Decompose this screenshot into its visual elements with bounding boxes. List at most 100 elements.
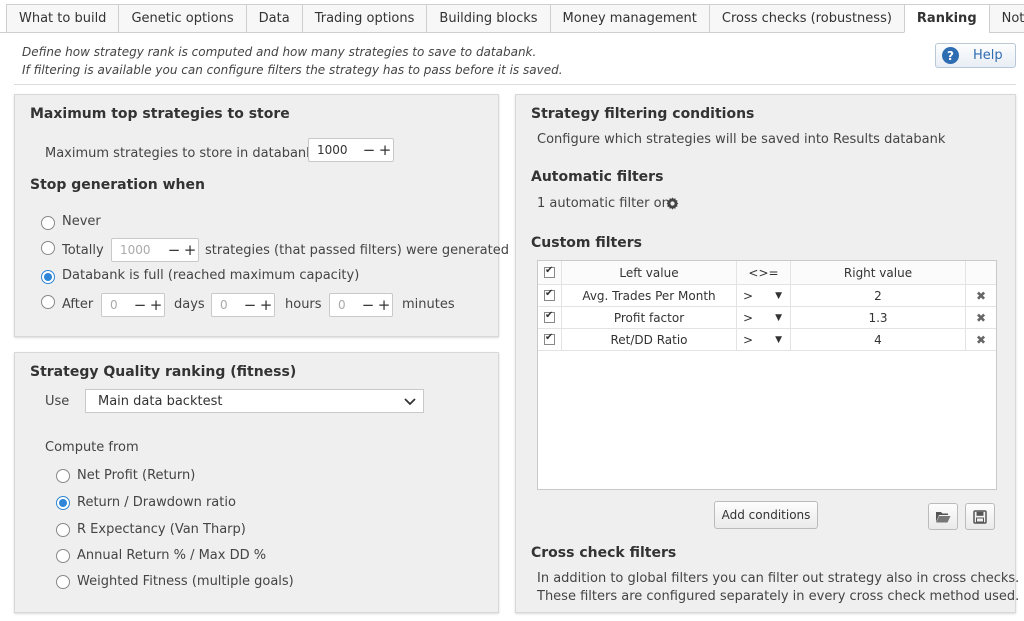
radio-never[interactable] bbox=[41, 216, 55, 230]
radio-databank-full[interactable] bbox=[41, 270, 55, 284]
header-action-cell bbox=[966, 261, 996, 284]
automatic-filters-title: Automatic filters bbox=[531, 169, 664, 185]
help-label: Help bbox=[973, 48, 1003, 63]
tab-what-to-build[interactable]: What to build bbox=[6, 4, 119, 33]
help-icon: ? bbox=[942, 47, 959, 64]
row-checkbox[interactable] bbox=[544, 310, 555, 323]
tab-genetic-options[interactable]: Genetic options bbox=[118, 4, 246, 33]
tab-cross-checks[interactable]: Cross checks (robustness) bbox=[708, 4, 904, 33]
max-strategies-stepper[interactable]: 1000 − + bbox=[308, 138, 394, 162]
days-label: days bbox=[174, 297, 205, 312]
chevron-down-icon: ▼ bbox=[775, 312, 782, 323]
hours-stepper[interactable]: 0 − + bbox=[211, 293, 275, 317]
decrement-button[interactable]: − bbox=[361, 139, 377, 161]
use-select[interactable]: Main data backtest bbox=[85, 389, 424, 413]
row-check-cell bbox=[538, 307, 562, 328]
radio-after[interactable] bbox=[41, 295, 55, 309]
cross-check-title: Cross check filters bbox=[531, 545, 677, 561]
totally-label: Totally bbox=[62, 243, 104, 258]
increment-button[interactable]: + bbox=[258, 294, 274, 316]
decrement-button[interactable]: − bbox=[242, 294, 258, 316]
row-operator-select[interactable]: > ▼ bbox=[737, 329, 791, 350]
minutes-value[interactable]: 0 bbox=[330, 298, 360, 312]
radio-weighted-fitness[interactable] bbox=[56, 575, 70, 589]
quality-title: Strategy Quality ranking (fitness) bbox=[30, 364, 297, 380]
use-select-value: Main data backtest bbox=[98, 393, 223, 409]
compute-from-label: Compute from bbox=[45, 440, 139, 455]
custom-filters-table: Left value <>= Right value Avg. Trades P… bbox=[537, 260, 997, 490]
row-operator-select[interactable]: > ▼ bbox=[737, 285, 791, 306]
select-all-checkbox[interactable] bbox=[544, 265, 555, 278]
table-row: Avg. Trades Per Month >▼ 2 ✖ bbox=[538, 285, 996, 307]
tab-money-management[interactable]: Money management bbox=[549, 4, 709, 33]
databank-full-label: Databank is full (reached maximum capaci… bbox=[62, 268, 360, 283]
row-left-value[interactable]: Profit factor bbox=[562, 307, 737, 328]
after-label: After bbox=[62, 297, 94, 312]
option-r-expectancy: R Expectancy (Van Tharp) bbox=[77, 522, 246, 537]
cross-check-line-2: These filters are configured separately … bbox=[537, 589, 1020, 604]
max-strategies-value[interactable]: 1000 bbox=[309, 143, 361, 157]
hours-value[interactable]: 0 bbox=[212, 298, 242, 312]
help-button[interactable]: ? Help bbox=[935, 43, 1016, 68]
minutes-label: minutes bbox=[402, 297, 455, 312]
chevron-down-icon bbox=[404, 398, 416, 406]
decrement-button[interactable]: − bbox=[166, 239, 182, 261]
folder-open-icon bbox=[936, 511, 951, 522]
row-operator-value: > bbox=[743, 332, 754, 347]
row-check-cell bbox=[538, 329, 562, 350]
days-value[interactable]: 0 bbox=[102, 298, 132, 312]
delete-icon[interactable]: ✖ bbox=[976, 333, 986, 347]
row-right-value[interactable]: 4 bbox=[791, 329, 966, 350]
add-conditions-button[interactable]: Add conditions bbox=[714, 501, 818, 529]
radio-net-profit[interactable] bbox=[56, 469, 70, 483]
description-line-1: Define how strategy rank is computed and… bbox=[22, 45, 537, 59]
filtering-title: Strategy filtering conditions bbox=[531, 106, 755, 122]
table-row: Ret/DD Ratio >▼ 4 ✖ bbox=[538, 329, 996, 351]
tab-bar: What to build Genetic options Data Tradi… bbox=[6, 4, 1024, 33]
totally-value[interactable]: 1000 bbox=[112, 243, 166, 257]
header-check-cell bbox=[538, 261, 562, 284]
tab-trading-options[interactable]: Trading options bbox=[301, 4, 427, 33]
radio-return-drawdown[interactable] bbox=[56, 496, 70, 510]
page-description: Define how strategy rank is computed and… bbox=[22, 43, 563, 79]
row-checkbox[interactable] bbox=[544, 332, 555, 345]
tab-data[interactable]: Data bbox=[245, 4, 302, 33]
minutes-stepper[interactable]: 0 − + bbox=[329, 293, 393, 317]
never-label: Never bbox=[62, 214, 101, 229]
tab-building-blocks[interactable]: Building blocks bbox=[426, 4, 550, 33]
row-right-value[interactable]: 1.3 bbox=[791, 307, 966, 328]
header-divider bbox=[14, 84, 1016, 85]
increment-button[interactable]: + bbox=[182, 239, 198, 261]
row-left-value[interactable]: Ret/DD Ratio bbox=[562, 329, 737, 350]
increment-button[interactable]: + bbox=[376, 294, 392, 316]
row-right-value[interactable]: 2 bbox=[791, 285, 966, 306]
delete-icon[interactable]: ✖ bbox=[976, 289, 986, 303]
gear-icon[interactable] bbox=[666, 197, 679, 210]
tab-ranking[interactable]: Ranking bbox=[903, 4, 989, 33]
decrement-button[interactable]: − bbox=[360, 294, 376, 316]
row-checkbox[interactable] bbox=[544, 288, 555, 301]
radio-annual-return[interactable] bbox=[56, 549, 70, 563]
save-icon bbox=[973, 509, 987, 524]
row-action-cell: ✖ bbox=[966, 285, 996, 306]
hours-label: hours bbox=[285, 297, 322, 312]
stop-generation-title: Stop generation when bbox=[30, 177, 205, 193]
option-return-drawdown: Return / Drawdown ratio bbox=[77, 495, 236, 510]
row-left-value[interactable]: Avg. Trades Per Month bbox=[562, 285, 737, 306]
load-filters-button[interactable] bbox=[928, 503, 958, 530]
increment-button[interactable]: + bbox=[377, 139, 393, 161]
totally-stepper[interactable]: 1000 − + bbox=[111, 238, 199, 262]
custom-filters-title: Custom filters bbox=[531, 235, 642, 251]
quality-panel: Strategy Quality ranking (fitness) Use M… bbox=[14, 352, 499, 613]
delete-icon[interactable]: ✖ bbox=[976, 311, 986, 325]
days-stepper[interactable]: 0 − + bbox=[101, 293, 165, 317]
tab-notes[interactable]: Notes bbox=[988, 4, 1024, 33]
save-filters-button[interactable] bbox=[965, 503, 995, 530]
increment-button[interactable]: + bbox=[148, 294, 164, 316]
radio-r-expectancy[interactable] bbox=[56, 523, 70, 537]
row-operator-value: > bbox=[743, 288, 754, 303]
decrement-button[interactable]: − bbox=[132, 294, 148, 316]
radio-totally[interactable] bbox=[41, 241, 55, 255]
automatic-filters-text: 1 automatic filter on bbox=[537, 196, 670, 211]
row-operator-select[interactable]: > ▼ bbox=[737, 307, 791, 328]
